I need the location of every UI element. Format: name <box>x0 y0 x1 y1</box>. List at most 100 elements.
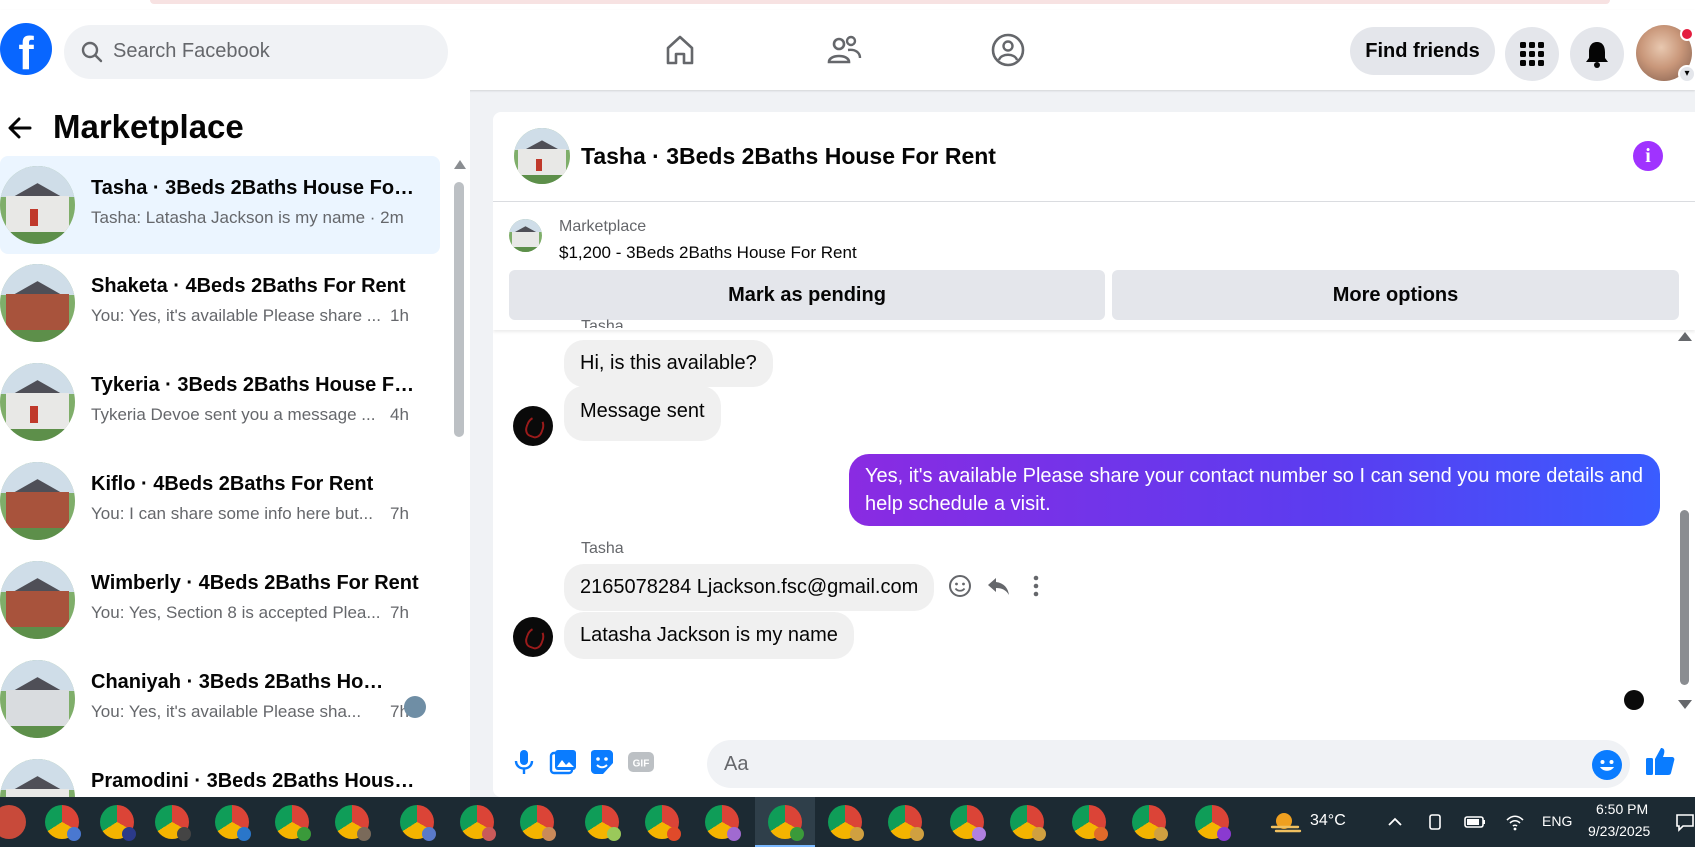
scroll-up-arrow-icon[interactable] <box>1678 332 1692 341</box>
chrome-icon[interactable] <box>1072 805 1108 841</box>
listing-thumbnail <box>0 561 75 639</box>
message-composer: GIF Aa <box>493 730 1695 797</box>
more-options-button[interactable]: More options <box>1112 270 1679 320</box>
chrome-icon[interactable] <box>335 805 371 841</box>
bell-icon <box>1586 42 1608 68</box>
outgoing-message[interactable]: Yes, it's available Please share your co… <box>849 454 1660 526</box>
listing-thumbnail <box>0 363 75 441</box>
groups-icon[interactable] <box>990 32 1026 68</box>
chrome-icon[interactable] <box>705 805 741 841</box>
chat-header: Tasha · 3Beds 2Baths House For Rent i <box>493 112 1695 202</box>
chrome-icon[interactable] <box>645 805 681 841</box>
marketplace-sidebar: Marketplace Tasha · 3Beds 2Baths House F… <box>0 90 470 797</box>
tab-strip <box>150 0 1610 4</box>
chrome-icon[interactable] <box>1195 805 1231 841</box>
emoji-face-icon <box>1600 760 1614 771</box>
grid-menu-icon <box>1520 42 1544 66</box>
chrome-icon[interactable] <box>520 805 556 841</box>
chat-title[interactable]: Tasha · 3Beds 2Baths House For Rent <box>581 143 996 170</box>
profile-avatar[interactable]: ▾ <box>1636 25 1695 83</box>
chrome-icon[interactable] <box>888 805 924 841</box>
reply-icon[interactable] <box>985 573 1011 599</box>
notifications-button[interactable] <box>1570 27 1624 81</box>
message-input[interactable]: Aa <box>707 740 1630 788</box>
facebook-logo-icon[interactable]: f <box>0 23 52 75</box>
chrome-icon[interactable] <box>155 805 191 841</box>
weather-icon[interactable] <box>1270 809 1302 835</box>
wifi-icon[interactable] <box>1505 812 1525 832</box>
notification-center-icon[interactable] <box>1675 812 1695 832</box>
battery-icon[interactable] <box>1463 812 1487 832</box>
friends-icon[interactable] <box>826 32 862 68</box>
chat-panel: Tasha · 3Beds 2Baths House For Rent i Ma… <box>493 112 1695 797</box>
like-thumb-icon[interactable] <box>1643 744 1677 778</box>
conversation-name: Kiflo · 4Beds 2Baths For Rent <box>91 473 374 495</box>
chrome-icon[interactable] <box>400 805 436 841</box>
chevron-up-icon[interactable] <box>1385 812 1405 832</box>
conversation-name: Wimberly · 4Beds 2Baths For Rent <box>91 572 419 594</box>
scroll-down-arrow-icon[interactable] <box>1678 700 1692 709</box>
conversation-item[interactable]: Tasha · 3Beds 2Baths House For ... Tasha… <box>0 156 440 254</box>
notification-dot <box>1680 27 1694 41</box>
mark-as-pending-button[interactable]: Mark as pending <box>509 270 1105 320</box>
find-friends-button[interactable]: Find friends <box>1350 27 1495 75</box>
chrome-icon[interactable] <box>215 805 251 841</box>
microphone-icon[interactable] <box>509 747 539 777</box>
chevron-down-icon[interactable]: ▾ <box>1678 65 1695 83</box>
incoming-message[interactable]: Latasha Jackson is my name <box>564 612 854 659</box>
device-icon[interactable] <box>1425 812 1445 832</box>
back-arrow-icon[interactable] <box>6 114 34 142</box>
search-input[interactable]: Search Facebook <box>64 25 448 79</box>
sender-avatar[interactable] <box>513 617 553 657</box>
conversation-name: Tykeria · 3Beds 2Baths House Fo... <box>91 374 421 396</box>
chrome-icon[interactable] <box>585 805 621 841</box>
conversation-item[interactable]: Shaketa · 4Beds 2Baths For Rent You: Yes… <box>0 254 440 352</box>
svg-text:GIF: GIF <box>633 759 650 770</box>
chrome-icon[interactable] <box>100 805 136 841</box>
start-app-icon[interactable] <box>0 805 26 839</box>
scroll-up-arrow-icon[interactable] <box>454 160 466 169</box>
listing-avatar[interactable] <box>514 128 570 184</box>
home-icon[interactable] <box>662 32 698 68</box>
photo-icon[interactable] <box>548 747 578 777</box>
clock-time[interactable]: 6:50 PM <box>1596 801 1648 817</box>
scrollbar-thumb[interactable] <box>1680 510 1689 685</box>
incoming-message[interactable]: Message sent <box>564 386 721 441</box>
conversation-item[interactable]: Chaniyah · 3Beds 2Baths Hou... You: Yes,… <box>0 650 440 748</box>
clock-date[interactable]: 9/23/2025 <box>1588 823 1650 839</box>
react-emoji-icon[interactable] <box>947 573 973 599</box>
chrome-icon[interactable] <box>275 805 311 841</box>
conversation-item[interactable]: Tykeria · 3Beds 2Baths House Fo... Tyker… <box>0 353 440 451</box>
windows-taskbar: 34°C ENG 6:50 PM 9/23/2025 <box>0 797 1695 847</box>
chat-scrollbar[interactable] <box>1676 330 1692 730</box>
language-indicator[interactable]: ENG <box>1542 813 1572 829</box>
emoji-icon[interactable] <box>1592 750 1622 780</box>
more-vertical-icon[interactable] <box>1023 573 1049 599</box>
chrome-icon[interactable] <box>768 805 804 841</box>
weather-temperature[interactable]: 34°C <box>1310 812 1346 830</box>
sender-avatar[interactable] <box>513 406 553 446</box>
menu-button[interactable] <box>1505 27 1559 81</box>
chrome-icon[interactable] <box>1010 805 1046 841</box>
incoming-message[interactable]: Hi, is this available? <box>564 340 773 387</box>
gif-icon[interactable]: GIF <box>626 747 656 777</box>
conversation-item[interactable]: Pramodini · 3Beds 2Baths House... <box>0 749 440 797</box>
listing-thumbnail <box>509 219 542 252</box>
sender-name: Tasha <box>581 540 624 557</box>
scrollbar-thumb[interactable] <box>454 182 464 437</box>
page-title: Marketplace <box>53 108 244 145</box>
conversation-time: 7h <box>390 603 409 622</box>
conversation-item[interactable]: Kiflo · 4Beds 2Baths For Rent You: I can… <box>0 452 440 550</box>
search-placeholder: Search Facebook <box>113 40 270 62</box>
sidebar-scrollbar[interactable] <box>451 160 467 797</box>
sticker-icon[interactable] <box>587 747 617 777</box>
chrome-icon[interactable] <box>45 805 81 841</box>
incoming-message[interactable]: 2165078284 Ljackson.fsc@gmail.com <box>564 564 935 611</box>
chrome-icon[interactable] <box>1132 805 1168 841</box>
listing-price[interactable]: $1,200 - 3Beds 2Baths House For Rent <box>559 243 857 263</box>
info-icon[interactable]: i <box>1633 141 1663 171</box>
chrome-icon[interactable] <box>828 805 864 841</box>
chrome-icon[interactable] <box>950 805 986 841</box>
chrome-icon[interactable] <box>460 805 496 841</box>
conversation-item[interactable]: Wimberly · 4Beds 2Baths For Rent You: Ye… <box>0 551 440 649</box>
